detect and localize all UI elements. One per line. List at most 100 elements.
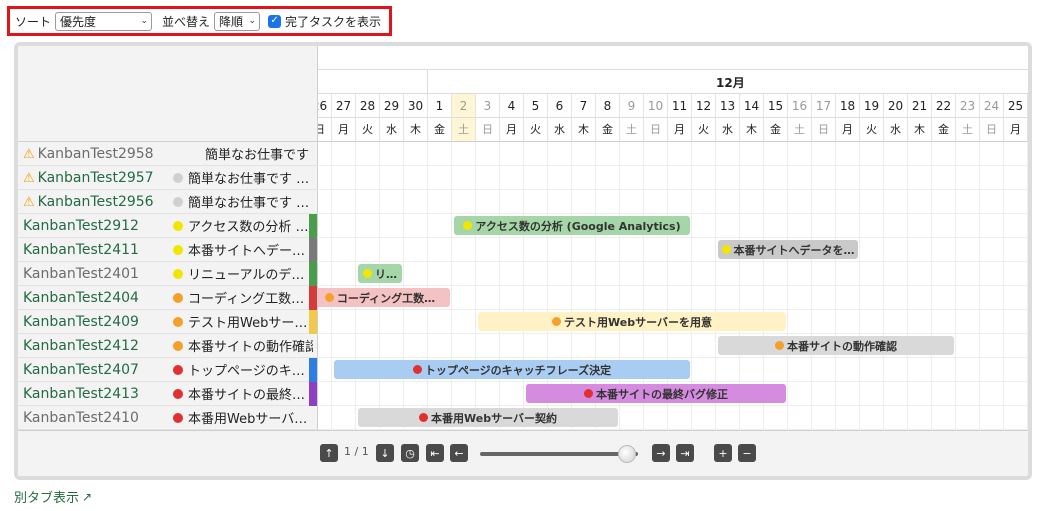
sort-label: ソート — [15, 14, 52, 29]
first-page-button[interactable]: ↑ — [320, 444, 338, 462]
grid-hline — [318, 405, 1028, 406]
task-row[interactable]: KanbanTest2407 トップページのキ… — [18, 357, 318, 382]
task-name[interactable]: KanbanTest2401 — [23, 266, 139, 282]
day-number-cell: 11 — [668, 94, 692, 118]
day-number-cell: 19 — [860, 94, 884, 118]
task-row[interactable]: KanbanTest2413 本番サイトの最終… — [18, 381, 318, 406]
task-name[interactable]: KanbanTest2410 — [23, 410, 139, 426]
open-new-tab-link[interactable]: 別タブ表示 ↗ — [14, 487, 93, 507]
zoom-out-button[interactable]: − — [738, 444, 756, 462]
sort-select[interactable]: 優先度 ⌄ — [55, 11, 153, 31]
day-number-cell: 16 — [788, 94, 812, 118]
task-name[interactable]: KanbanTest2407 — [23, 362, 139, 378]
weekday-cell: 金 — [932, 118, 956, 142]
order-select[interactable]: 降順 ⌄ — [214, 11, 261, 31]
task-row[interactable]: ⚠ KanbanTest2957 簡単なお仕事です … — [18, 166, 318, 190]
show-completed-checkbox[interactable]: ✓ — [268, 14, 282, 28]
grid-vline — [403, 142, 404, 430]
grid-hline — [318, 189, 1028, 190]
task-row[interactable]: KanbanTest2404 コーディング工数… — [18, 285, 318, 310]
grid-vline — [451, 142, 452, 430]
task-list-header — [18, 46, 317, 142]
weekday-cell: 木 — [404, 118, 428, 142]
task-row[interactable]: ⚠KanbanTest2958 簡単なお仕事です … — [18, 142, 318, 166]
scroll-end-button[interactable]: ⇥ — [676, 444, 694, 462]
status-dot-icon — [173, 388, 183, 399]
day-number-cell: 18 — [836, 94, 860, 118]
task-row[interactable]: ⚠ KanbanTest2956 簡単なお仕事です … — [18, 190, 318, 214]
task-bar[interactable]: 本番用Webサーバー契約 — [358, 408, 618, 427]
task-bar[interactable]: 本番サイトへデータを… — [718, 240, 858, 259]
timeline-pane: 12月 26日27月28火29水30木1金2土3日4月5火6水7木8金9土10日… — [318, 46, 1028, 430]
day-number-cell: 13 — [716, 94, 740, 118]
weekday-cell: 水 — [548, 118, 572, 142]
day-number-cell: 30 — [404, 94, 428, 118]
status-dot-icon — [552, 317, 562, 326]
category-color-strip — [309, 357, 317, 382]
task-name[interactable]: KanbanTest2411 — [23, 242, 139, 258]
grid-vline — [1027, 142, 1028, 430]
page-info: 1 / 1 — [344, 445, 369, 458]
day-number-cell: 24 — [980, 94, 1004, 118]
status-dot-icon — [173, 196, 183, 207]
grid-vline — [907, 142, 908, 430]
task-name-text: KanbanTest2413 — [23, 385, 139, 402]
zoom-in-button[interactable]: + — [714, 444, 732, 462]
weekday-cell: 火 — [356, 118, 380, 142]
weekday-cell: 月 — [332, 118, 356, 142]
task-name[interactable]: ⚠ KanbanTest2958 — [23, 146, 154, 162]
task-bar[interactable]: 本番サイトの動作確認 — [718, 336, 954, 355]
task-name[interactable]: KanbanTest2413 — [23, 386, 139, 402]
status-dot-icon — [173, 292, 183, 303]
weekday-cell: 日 — [812, 118, 836, 142]
grid-hline — [318, 381, 1028, 382]
zoom-slider-track[interactable] — [480, 452, 638, 456]
task-row[interactable]: KanbanTest2410 本番用Webサーバ… — [18, 406, 318, 430]
task-bar[interactable]: リ… — [358, 264, 402, 283]
weekday-cell: 土 — [788, 118, 812, 142]
weekday-cell: 日 — [980, 118, 1004, 142]
task-name-text: KanbanTest2956 — [37, 193, 154, 210]
task-name[interactable]: KanbanTest2409 — [23, 314, 139, 330]
order-label: 並べ替え — [162, 14, 211, 29]
status-dot-icon — [173, 220, 183, 231]
task-bar[interactable]: テスト用Webサーバーを用意 — [478, 312, 786, 331]
status-dot-icon — [721, 245, 731, 254]
task-name[interactable]: KanbanTest2912 — [23, 218, 139, 234]
day-number-cell: 17 — [812, 94, 836, 118]
external-link-icon: ↗ — [82, 489, 93, 504]
scroll-start-button[interactable]: ⇤ — [426, 444, 444, 462]
day-number-cell: 2 — [452, 94, 476, 118]
task-row[interactable]: KanbanTest2401 リニューアルのデ… — [18, 261, 318, 286]
task-name[interactable]: ⚠ KanbanTest2957 — [23, 170, 154, 186]
scroll-right-button[interactable]: → — [652, 444, 670, 462]
task-description-text: 簡単なお仕事です … — [205, 148, 313, 163]
task-row[interactable]: KanbanTest2409 テスト用Webサー… — [18, 309, 318, 334]
task-row[interactable]: KanbanTest2412 本番サイトの動作確認 — [18, 334, 318, 358]
grid-hline — [318, 357, 1028, 358]
task-bar[interactable]: コーディング工数… — [318, 288, 450, 307]
scroll-left-button[interactable]: ← — [450, 444, 468, 462]
day-number-cell: 4 — [500, 94, 524, 118]
status-dot-icon — [173, 364, 183, 375]
task-description-text: 本番サイトの最終… — [188, 388, 306, 403]
task-list-pane: ⚠KanbanTest2958 簡単なお仕事です … ⚠KanbanTest2957… — [18, 46, 318, 430]
task-name-text: KanbanTest2404 — [23, 289, 139, 306]
task-name[interactable]: KanbanTest2404 — [23, 290, 139, 306]
task-row[interactable]: KanbanTest2912 アクセス数の分析 … — [18, 213, 318, 238]
task-description: アクセス数の分析 … — [173, 216, 313, 235]
task-name[interactable]: ⚠ KanbanTest2956 — [23, 194, 154, 210]
category-color-strip — [309, 381, 317, 406]
task-name[interactable]: KanbanTest2412 — [23, 338, 139, 354]
task-bar[interactable]: アクセス数の分析 (Google Analytics) — [454, 216, 690, 235]
next-page-button[interactable]: ↓ — [376, 444, 394, 462]
task-row[interactable]: KanbanTest2411 本番サイトへデー… — [18, 237, 318, 262]
zoom-slider-handle[interactable] — [618, 445, 636, 463]
pager-controls: ↑ 1 / 1 ↓ ◷ ⇤ ← → ⇥ + − — [18, 430, 1028, 476]
task-bar[interactable]: トップページのキャッチフレーズ決定 — [334, 360, 690, 379]
task-description-text: アクセス数の分析 … — [188, 220, 309, 235]
task-name-text: KanbanTest2409 — [23, 313, 139, 330]
weekday-cell: 金 — [764, 118, 788, 142]
today-clock-icon[interactable]: ◷ — [401, 444, 419, 462]
task-bar[interactable]: 本番サイトの最終バグ修正 — [526, 384, 786, 403]
